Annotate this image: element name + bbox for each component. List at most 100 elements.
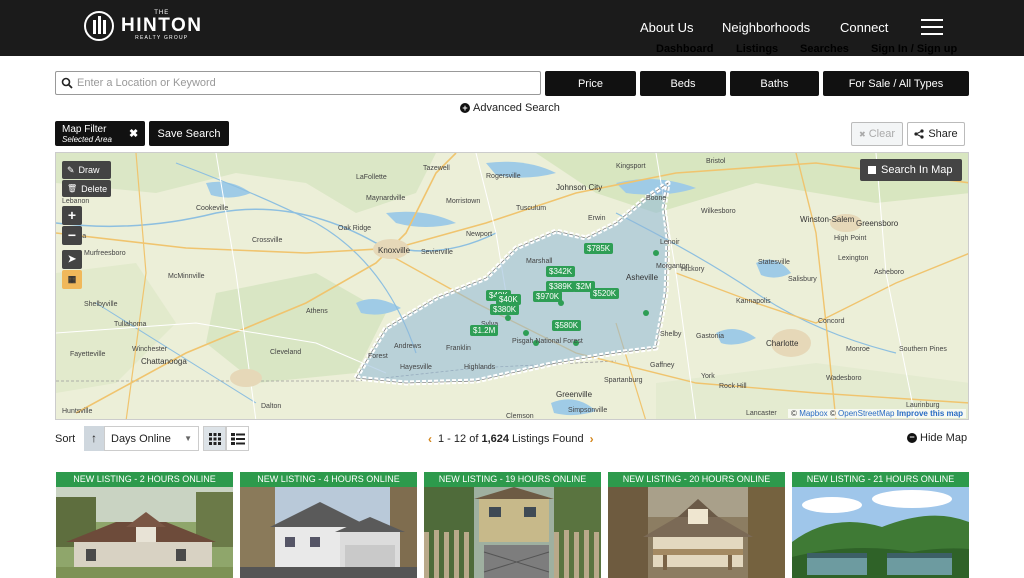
map-label-place: Rogersville (486, 173, 521, 180)
map-label-chattanooga: Chattanooga (141, 357, 187, 366)
sale-type-filter-button[interactable]: For Sale / All Types (823, 71, 969, 96)
map-label-place: Lancaster (746, 410, 777, 417)
search-in-map-toggle[interactable]: Search In Map (860, 159, 962, 181)
map-style-icon[interactable]: ▦ (62, 270, 82, 289)
nav-connect[interactable]: Connect (840, 20, 888, 35)
draw-label: Draw (78, 165, 100, 175)
osm-link[interactable]: OpenStreetMap (838, 409, 894, 418)
search-in-map-checkbox[interactable] (868, 166, 876, 174)
price-marker[interactable]: $580K (552, 320, 582, 331)
listing-photo[interactable] (424, 487, 601, 578)
hide-map-button[interactable]: − Hide Map (907, 432, 967, 444)
sort-direction-button[interactable]: ↑ (84, 426, 104, 451)
clear-x-icon: ✖ (859, 129, 866, 139)
map-label-place: Tusculum (516, 205, 547, 212)
share-label: Share (928, 128, 958, 140)
map-label-place: Huntsville (62, 408, 93, 415)
improve-map-link[interactable]: Improve this map (897, 409, 963, 418)
listing-card[interactable]: NEW LISTING - 2 HOURS ONLINE (56, 472, 233, 578)
price-marker[interactable]: $342K (546, 266, 576, 277)
map-label-place: Pisgah National Forest (512, 338, 583, 345)
grid-view-button[interactable] (203, 426, 226, 451)
listing-photo[interactable] (608, 487, 785, 578)
close-icon[interactable]: ✖ (129, 127, 138, 140)
listing-banner: NEW LISTING - 4 HOURS ONLINE (240, 472, 417, 487)
map-label-asheville: Asheville (626, 273, 659, 282)
map-label-place: Athens (306, 308, 328, 315)
advanced-search-label: Advanced Search (473, 102, 560, 114)
chevron-down-icon: ▼ (184, 434, 192, 443)
map-label-place: Shelby (660, 331, 682, 338)
map-label-place: Salisbury (788, 276, 817, 283)
listing-photo[interactable] (240, 487, 417, 578)
search-icon (61, 77, 73, 89)
map-label-winston-salem: Winston-Salem (800, 215, 855, 224)
price-filter-button[interactable]: Price (545, 71, 636, 96)
hamburger-menu-icon[interactable] (921, 19, 943, 35)
map-label-place: Hayesville (400, 364, 432, 371)
logo[interactable]: THE HINTON REALTY GROUP (84, 10, 202, 41)
delete-label: Delete (81, 183, 108, 194)
map-label-place: McMinnville (168, 273, 205, 280)
pagination: ‹ 1 - 12 of 1,624 Listings Found › (422, 432, 600, 446)
listing-photo[interactable] (792, 487, 969, 578)
zoom-in-button[interactable]: + (62, 206, 82, 225)
price-marker[interactable]: $520K (590, 288, 620, 299)
sort-select[interactable]: Days Online ▼ (104, 426, 199, 451)
price-marker[interactable]: $40K (496, 294, 521, 305)
map-label-place: Spartanburg (604, 377, 643, 384)
chevron-left-icon[interactable]: ‹ (428, 432, 432, 446)
clear-label: Clear (868, 128, 895, 140)
minus-circle-icon: − (907, 433, 917, 443)
draw-button[interactable]: ✎ Draw (62, 161, 111, 179)
zoom-out-button[interactable]: − (62, 226, 82, 245)
subnav-searches[interactable]: Searches (800, 43, 849, 55)
map-label-place: Wadesboro (826, 375, 862, 382)
map-label-place: Concord (818, 318, 845, 325)
list-view-button[interactable] (226, 426, 249, 451)
delete-button[interactable]: 🗑 Delete (62, 180, 111, 197)
map-label-place: Cookeville (196, 205, 229, 212)
advanced-search-link[interactable]: + Advanced Search (460, 102, 560, 114)
map-label-place: Kingsport (616, 163, 646, 170)
search-input[interactable] (77, 77, 527, 89)
map-filter-chip: Map Filter Selected Area ✖ (55, 121, 145, 146)
map-label-place: LaFollette (356, 174, 387, 181)
clear-button[interactable]: ✖ Clear (851, 122, 903, 146)
map-label-place: High Point (834, 235, 867, 242)
listing-photo[interactable] (56, 487, 233, 578)
map-label-place: Fayetteville (70, 351, 106, 358)
price-marker[interactable]: $1.2M (470, 325, 499, 336)
mapbox-link[interactable]: Mapbox (799, 409, 827, 418)
compass-icon[interactable]: ➤ (62, 250, 82, 269)
save-search-button[interactable]: Save Search (149, 121, 229, 146)
beds-filter-button[interactable]: Beds (640, 71, 726, 96)
nav-neighborhoods[interactable]: Neighborhoods (722, 20, 810, 35)
map-label-place: Laurinburg (906, 402, 940, 409)
listing-card[interactable]: NEW LISTING - 21 HOURS ONLINE (792, 472, 969, 578)
chevron-right-icon[interactable]: › (590, 432, 594, 446)
map-label-place: Andrews (394, 343, 422, 350)
nav-about-us[interactable]: About Us (640, 20, 693, 35)
price-marker[interactable]: $785K (584, 243, 614, 254)
logo-sub: REALTY GROUP (135, 35, 189, 41)
listing-card[interactable]: NEW LISTING - 19 HOURS ONLINE (424, 472, 601, 578)
baths-filter-button[interactable]: Baths (730, 71, 819, 96)
listing-card[interactable]: NEW LISTING - 20 HOURS ONLINE (608, 472, 785, 578)
map-label-place: Oak Ridge (338, 225, 372, 232)
price-marker[interactable]: $970K (533, 291, 563, 302)
subnav-listings[interactable]: Listings (736, 43, 778, 55)
subnav-sign-in[interactable]: Sign In / Sign up (871, 43, 957, 55)
subnav-dashboard[interactable]: Dashboard (656, 43, 713, 55)
price-marker[interactable]: $380K (490, 304, 520, 315)
results-total: 1,624 (481, 433, 509, 445)
logo-text: THE HINTON REALTY GROUP (121, 10, 202, 41)
map[interactable]: Knoxville Asheville Greenville Charlotte… (55, 152, 969, 420)
map-label-place: Asheboro (874, 269, 904, 276)
map-label-place: Highlands (464, 364, 496, 371)
listing-card[interactable]: NEW LISTING - 4 HOURS ONLINE (240, 472, 417, 578)
share-button[interactable]: Share (907, 122, 965, 146)
map-label-place: Maynardville (366, 195, 406, 202)
listing-banner: NEW LISTING - 20 HOURS ONLINE (608, 472, 785, 487)
map-label-place: Lexington (838, 255, 869, 262)
